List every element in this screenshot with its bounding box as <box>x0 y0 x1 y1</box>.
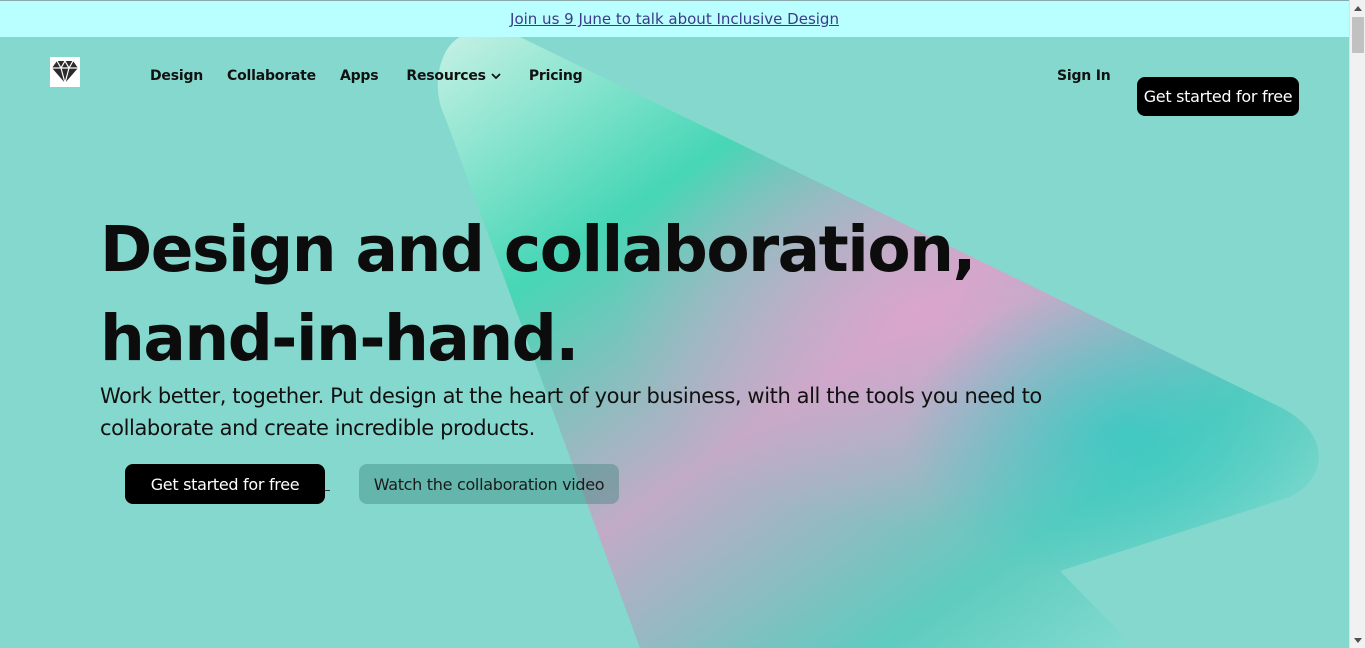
headline-line-2: hand-in-hand. <box>100 302 579 375</box>
headline-line-1: Design and collaboration, <box>100 213 976 286</box>
get-started-button[interactable]: Get started for free <box>125 464 325 504</box>
hero-headline: Design and collaboration, hand-in-hand. <box>100 205 1000 383</box>
nav-item-resources[interactable]: Resources <box>406 68 501 84</box>
landing-page: Join us 9 June to talk about Inclusive D… <box>0 0 1365 648</box>
main-nav: Design Collaborate Apps Resources Pricin… <box>150 68 606 84</box>
hero-subhead: Work better, together. Put design at the… <box>100 384 1042 440</box>
nav-item-apps[interactable]: Apps <box>339 68 379 84</box>
nav-item-label: Pricing <box>528 68 583 84</box>
scrollbar-thumb[interactable] <box>1352 17 1364 53</box>
nav-item-pricing[interactable]: Pricing <box>529 68 583 84</box>
nav-item-collaborate[interactable]: Collaborate <box>227 68 316 84</box>
sign-in-link[interactable]: Sign In <box>1057 68 1111 84</box>
nav-item-label: Apps <box>339 68 379 84</box>
logo[interactable] <box>50 57 80 87</box>
vertical-scrollbar[interactable] <box>1349 0 1365 648</box>
nav-item-label: Resources <box>406 68 486 84</box>
scroll-down-arrow-icon[interactable] <box>1350 632 1365 648</box>
diamond-icon <box>52 59 78 85</box>
nav-item-design[interactable]: Design <box>150 68 203 84</box>
announcement-bar: Join us 9 June to talk about Inclusive D… <box>0 0 1349 37</box>
scroll-up-arrow-icon[interactable] <box>1350 0 1365 16</box>
get-started-header-button[interactable]: Get started for free <box>1137 77 1299 116</box>
nav-item-label: Design <box>150 68 204 84</box>
link-underline <box>325 490 330 491</box>
watch-video-button[interactable]: Watch the collaboration video <box>359 464 619 504</box>
nav-item-label: Collaborate <box>227 68 316 84</box>
chevron-down-icon <box>491 72 501 80</box>
announcement-link[interactable]: Join us 9 June to talk about Inclusive D… <box>510 10 839 28</box>
